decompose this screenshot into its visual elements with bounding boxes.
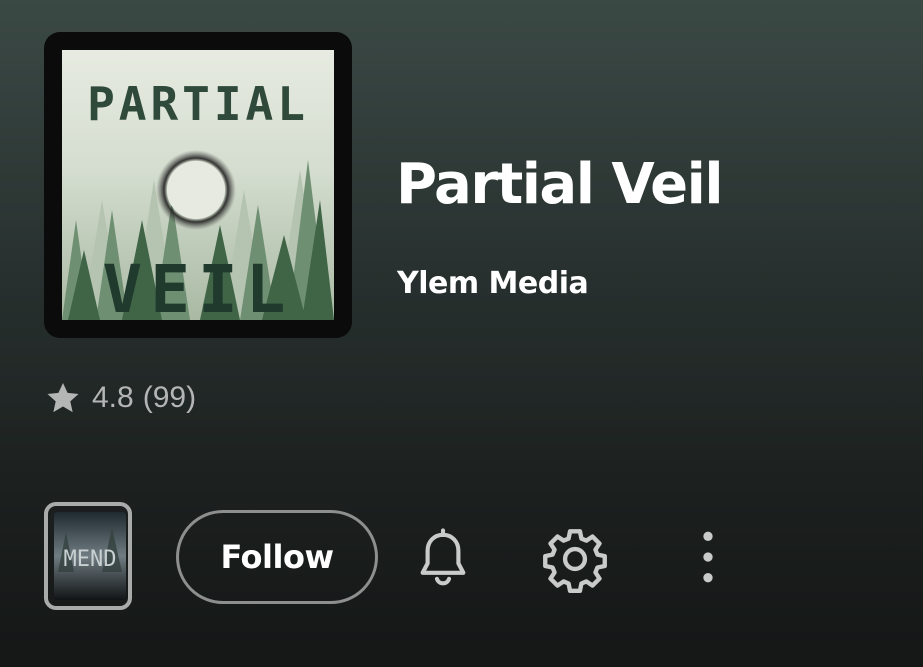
podcast-title: Partial Veil xyxy=(396,152,724,217)
action-bar: MEND Follow xyxy=(0,500,923,616)
follow-button[interactable]: Follow xyxy=(176,510,378,604)
show-thumbnail-button[interactable]: MEND xyxy=(44,502,132,610)
podcast-cover-art: PARTIAL VEIL xyxy=(44,32,352,338)
cover-title-top: PARTIAL xyxy=(87,77,309,131)
cover-image: PARTIAL VEIL xyxy=(62,50,334,320)
rating-score: 4.8 xyxy=(92,381,134,414)
more-vertical-icon[interactable] xyxy=(690,526,726,588)
podcast-publisher[interactable]: Ylem Media xyxy=(397,264,589,304)
bell-icon[interactable] xyxy=(410,526,476,592)
star-icon xyxy=(47,382,79,413)
rating[interactable]: 4.8 (99) xyxy=(44,378,196,418)
thumbnail-image: MEND xyxy=(54,512,126,600)
cover-title-bottom: VEIL xyxy=(103,251,294,320)
rating-count: (99) xyxy=(142,381,197,414)
gear-icon[interactable] xyxy=(540,524,610,594)
thumbnail-text: MEND xyxy=(64,547,117,572)
